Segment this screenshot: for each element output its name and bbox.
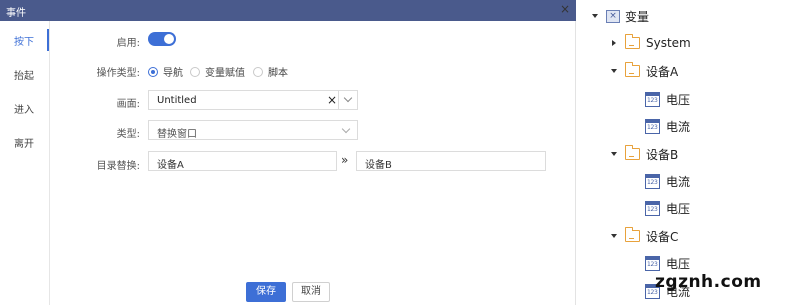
close-icon[interactable]: × xyxy=(560,3,570,15)
double-arrow-icon: » xyxy=(341,153,349,167)
tree-leaf-label: 电流 xyxy=(666,174,691,189)
tree-leaf[interactable]: 123 电压 xyxy=(645,199,690,217)
event-tabs: 按下 抬起 进入 离开 xyxy=(0,21,50,305)
tree-leaf[interactable]: 123 电流 xyxy=(645,117,690,135)
radio-circle xyxy=(190,66,200,77)
tree-node-device-c[interactable]: 设备C xyxy=(611,227,678,245)
folder-icon xyxy=(625,62,640,77)
radio-navigate-label: 导航 xyxy=(163,68,183,79)
clear-icon[interactable]: × xyxy=(327,93,337,107)
numeric-variable-icon: 123 xyxy=(645,173,660,189)
chevron-down-icon[interactable] xyxy=(338,91,358,109)
tree-leaf[interactable]: 123 电流 xyxy=(645,172,690,190)
radio-assign-variable[interactable]: 变量赋值 xyxy=(190,64,245,79)
caret-right-icon[interactable] xyxy=(612,40,616,46)
event-dialog: 事件 × 按下 抬起 进入 离开 启用: 操作类型: 导航 变量赋值 脚本 画面… xyxy=(0,0,576,305)
dir-replace-to-value: 设备B xyxy=(365,160,392,171)
radio-assign-variable-label: 变量赋值 xyxy=(205,68,245,79)
tree-node-label: 设备A xyxy=(646,64,679,79)
tree-root[interactable]: × 变量 xyxy=(592,7,649,25)
tree-node-label: 设备B xyxy=(646,147,679,162)
folder-icon xyxy=(625,227,640,242)
numeric-variable-icon: 123 xyxy=(645,255,660,271)
dir-replace-from-input[interactable]: 设备A xyxy=(148,151,337,171)
radio-script[interactable]: 脚本 xyxy=(253,64,288,79)
dir-replace-label: 目录替换: xyxy=(96,161,140,172)
screen-value: Untitled xyxy=(157,95,197,106)
caret-down-icon[interactable] xyxy=(592,14,598,18)
tree-node-device-b[interactable]: 设备B xyxy=(611,145,678,163)
radio-navigate[interactable]: 导航 xyxy=(148,64,183,79)
numeric-variable-icon: 123 xyxy=(645,91,660,107)
tree-leaf-label: 电流 xyxy=(666,119,691,134)
enable-label: 启用: xyxy=(116,38,140,49)
type-select[interactable]: 替换窗口 xyxy=(148,120,358,140)
radio-circle xyxy=(148,66,158,77)
numeric-variable-icon: 123 xyxy=(645,200,660,216)
tree-leaf-label: 电压 xyxy=(666,201,691,216)
tree-leaf-label: 电压 xyxy=(666,256,691,271)
caret-down-icon[interactable] xyxy=(611,234,617,238)
tree-leaf[interactable]: 123 电压 xyxy=(645,90,690,108)
folder-icon xyxy=(625,34,640,49)
save-button[interactable]: 保存 xyxy=(246,282,286,302)
tree-node-device-a[interactable]: 设备A xyxy=(611,62,678,80)
tab-release[interactable]: 抬起 xyxy=(14,67,34,82)
screen-label: 画面: xyxy=(116,99,140,110)
tab-press[interactable]: 按下 xyxy=(14,33,34,48)
tab-leave[interactable]: 离开 xyxy=(14,135,34,150)
tab-enter[interactable]: 进入 xyxy=(14,101,34,116)
tree-node-system[interactable]: System xyxy=(612,34,691,52)
watermark: zgznh.com xyxy=(655,272,762,292)
chevron-down-icon xyxy=(341,124,351,134)
dir-replace-from-value: 设备A xyxy=(157,160,184,171)
caret-down-icon[interactable] xyxy=(611,69,617,73)
tree-root-label: 变量 xyxy=(625,9,650,24)
op-type-label: 操作类型: xyxy=(96,68,140,79)
folder-icon xyxy=(625,145,640,160)
dir-replace-to-input[interactable]: 设备B xyxy=(356,151,546,171)
tree-leaf[interactable]: 123 电压 xyxy=(645,254,690,272)
screen-select[interactable]: Untitled × xyxy=(148,90,358,110)
type-label: 类型: xyxy=(116,129,140,140)
variable-box-icon: × xyxy=(606,9,620,23)
dialog-titlebar: 事件 × xyxy=(0,0,576,21)
cancel-button[interactable]: 取消 xyxy=(292,282,330,302)
numeric-variable-icon: 123 xyxy=(645,118,660,134)
dialog-title: 事件 xyxy=(6,8,26,19)
caret-down-icon[interactable] xyxy=(611,152,617,156)
type-value: 替换窗口 xyxy=(157,129,197,140)
tree-node-label: 设备C xyxy=(646,229,679,244)
radio-circle xyxy=(253,66,263,77)
tree-leaf-label: 电压 xyxy=(666,92,691,107)
toggle-knob xyxy=(164,34,174,44)
tab-indicator xyxy=(47,29,49,51)
enable-toggle[interactable] xyxy=(148,32,176,46)
radio-script-label: 脚本 xyxy=(268,68,288,79)
tree-node-label: System xyxy=(646,36,691,50)
